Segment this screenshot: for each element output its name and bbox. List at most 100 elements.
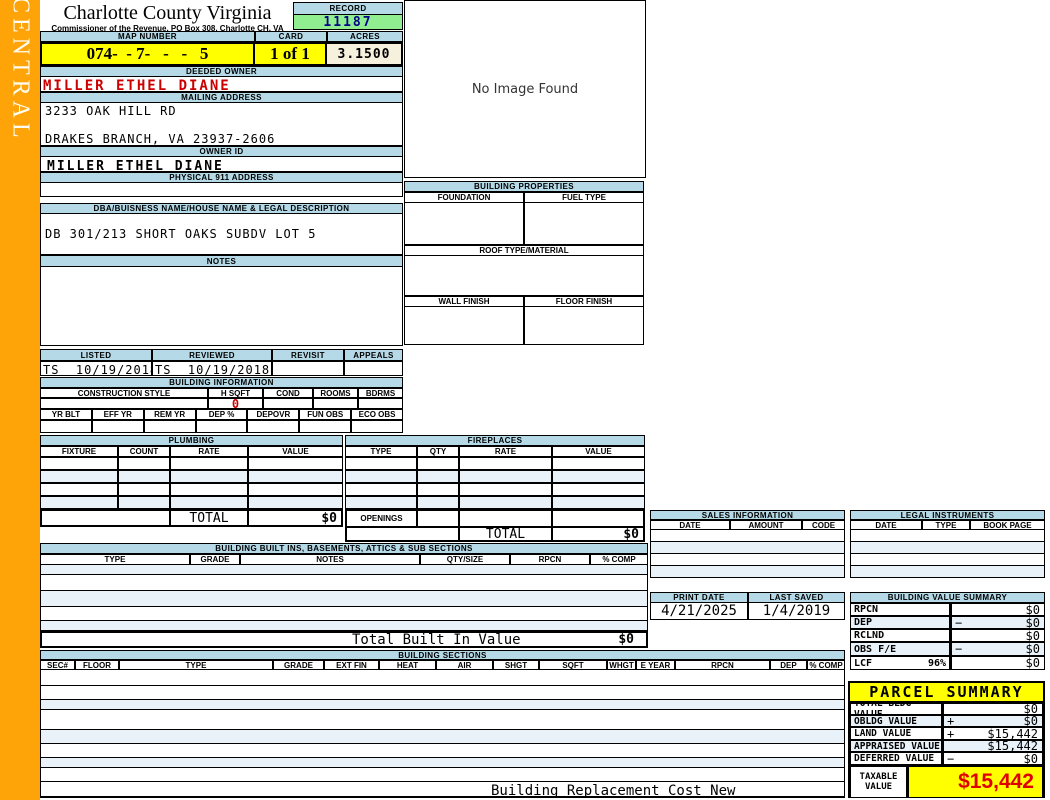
col-header: GRADE	[273, 660, 324, 670]
col-header: FUN OBS	[299, 409, 352, 420]
col-header: SEC#	[40, 660, 75, 670]
floor-finish-value	[524, 307, 644, 345]
depovr-value	[247, 420, 300, 433]
taxable-label-line2: VALUE	[864, 782, 893, 792]
taxable-value: $15,442	[908, 765, 1043, 798]
row-label: DEFERRED VALUE	[850, 752, 942, 765]
print-date-value: 4/21/2025	[650, 603, 748, 620]
row-label: LAND VALUE	[850, 727, 942, 740]
col-header: RPCN	[510, 554, 590, 565]
h-sqft-value: 0	[208, 398, 263, 409]
table-row	[650, 530, 845, 542]
property-record-card: CENTRAL Charlotte County Virginia Commis…	[0, 0, 1050, 800]
owner-id-value: MILLER ETHEL DIANE	[47, 159, 224, 172]
replacement-cost-note: Building Replacement Cost New	[491, 783, 736, 798]
built-ins-total-row: Total Built In Value $0	[40, 631, 648, 648]
col-header: EFF YR	[91, 409, 144, 420]
table-row: OBS F/E − $0	[850, 642, 1045, 656]
wall-finish-value	[404, 307, 524, 345]
yr-blt-value	[40, 420, 92, 433]
last-saved-value: 1/4/2019	[748, 603, 845, 620]
map-card-acres-headers: MAP NUMBER CARD ACRES	[40, 31, 403, 42]
col-header: BDRMS	[358, 388, 403, 398]
col-header: FLOOR	[75, 660, 119, 670]
table-row	[40, 710, 845, 730]
building-information-header: BUILDING INFORMATION	[40, 377, 403, 388]
physical-911-header: PHYSICAL 911 ADDRESS	[40, 172, 403, 183]
table-row	[40, 768, 845, 782]
table-row	[40, 565, 648, 575]
col-header: WHGT	[607, 660, 636, 670]
table-row: DEP − $0	[850, 616, 1045, 629]
col-header: RPCN	[675, 660, 770, 670]
mailing-address-line1: 3233 OAK HILL RD	[45, 104, 177, 118]
row-value: $0	[1025, 603, 1040, 616]
table-row	[40, 575, 648, 591]
mailing-address-box: 3233 OAK HILL RD DRAKES BRANCH, VA 23937…	[40, 103, 403, 146]
row-value: $0	[1023, 703, 1038, 715]
table-row	[345, 470, 645, 483]
row-label: APPRAISED VALUE	[850, 740, 942, 752]
col-header: DEPOVR	[247, 409, 300, 420]
table-row	[850, 530, 1045, 542]
table-row	[40, 607, 648, 621]
row-label: RPCN	[854, 604, 879, 615]
table-row	[40, 496, 343, 509]
row-op: −	[947, 752, 955, 765]
fireplaces-total-value: $0	[552, 527, 645, 542]
building-properties-title: BUILDING PROPERTIES	[404, 181, 644, 192]
construction-style-value	[40, 398, 208, 409]
mailing-address-header: MAILING ADDRESS	[40, 92, 403, 103]
col-header: SQFT	[539, 660, 607, 670]
district-label: CENTRAL	[7, 0, 34, 143]
col-header: FIXTURE	[40, 446, 118, 457]
row-op: −	[955, 616, 963, 629]
print-date-label: PRINT DATE	[650, 592, 748, 603]
fireplaces-total-row: TOTAL $0	[345, 527, 645, 542]
table-row	[850, 554, 1045, 566]
col-header: HEAT	[379, 660, 436, 670]
deeded-owner-header: DEEDED OWNER	[40, 66, 403, 77]
col-header: % COMP	[807, 660, 845, 670]
row-value: $0	[1025, 616, 1040, 629]
col-header: H SQFT	[208, 388, 263, 398]
owner-id-header: OWNER ID	[40, 146, 403, 157]
table-row	[40, 670, 845, 686]
col-header: VALUE	[552, 446, 645, 457]
col-header: VALUE	[248, 446, 343, 457]
col-header: QTY	[417, 446, 459, 457]
table-row	[40, 758, 845, 768]
taxable-value-row: TAXABLE VALUE $15,442	[850, 765, 1043, 798]
taxable-label-line1: TAXABLE	[859, 772, 898, 782]
plumbing-title: PLUMBING	[40, 435, 343, 446]
no-image-placeholder: No Image Found	[471, 81, 579, 97]
acres-label: ACRES	[327, 31, 403, 42]
table-row	[650, 566, 845, 578]
eco-obs-value	[351, 420, 404, 433]
col-header: YR BLT	[40, 409, 92, 420]
building-sections-table: BUILDING SECTIONS SEC# FLOOR TYPE GRADE …	[40, 650, 845, 798]
fireplaces-total-label: TOTAL	[459, 527, 552, 542]
table-row	[40, 730, 845, 744]
map-number-label: MAP NUMBER	[40, 31, 255, 42]
col-header: ROOMS	[313, 388, 358, 398]
col-header: RATE	[170, 446, 248, 457]
record-number: 11187	[293, 15, 403, 30]
col-header: TYPE	[40, 554, 190, 565]
col-header: DATE	[650, 520, 730, 530]
acres-value: 3.1500	[327, 42, 403, 66]
card-label: CARD	[255, 31, 327, 42]
legal-instruments-title: LEGAL INSTRUMENTS	[850, 510, 1045, 520]
row-value: $0	[1025, 642, 1040, 656]
table-row	[345, 483, 645, 496]
listed-value: TS 10/19/2018	[40, 361, 152, 376]
built-ins-total-label: Total Built In Value	[352, 631, 521, 648]
legal-description-value: DB 301/213 SHORT OAKS SUBDV LOT 5	[45, 227, 317, 241]
fireplaces-title: FIREPLACES	[345, 435, 645, 446]
sales-information-table: SALES INFORMATION DATE AMOUNT CODE	[650, 510, 845, 578]
table-row: OBLDG VALUE + $0	[850, 715, 1043, 727]
col-header: AMOUNT	[730, 520, 802, 530]
table-row	[40, 591, 648, 607]
table-row	[40, 700, 845, 710]
building-info-row1-values: 0	[40, 398, 403, 409]
